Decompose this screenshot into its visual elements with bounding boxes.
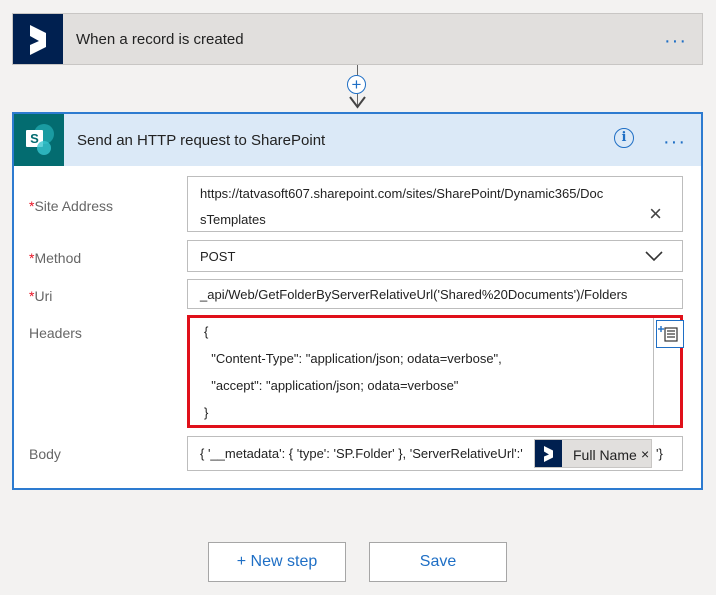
svg-text:S: S (30, 131, 39, 146)
arrow-down-icon (349, 96, 366, 109)
add-step-icon[interactable]: + (347, 75, 366, 94)
info-icon[interactable]: i (614, 128, 634, 148)
action-more-menu-icon[interactable]: ··· (663, 132, 686, 152)
dynamic-content-icon (658, 326, 678, 342)
uri-label: *Uri (29, 288, 53, 304)
body-input[interactable]: { '__metadata': { 'type': 'SP.Folder' },… (187, 436, 683, 471)
headers-line: } (204, 405, 209, 420)
body-suffix: '} (656, 446, 663, 461)
uri-input[interactable]: _api/Web/GetFolderByServerRelativeUrl('S… (187, 279, 683, 309)
headers-line: "accept": "application/json; odata=verbo… (204, 378, 459, 393)
dynamics-365-icon (535, 440, 562, 467)
trigger-card[interactable]: When a record is created ··· (12, 13, 703, 65)
action-card[interactable]: S Send an HTTP request to SharePoint i ·… (12, 112, 703, 490)
save-button[interactable]: Save (369, 542, 507, 582)
chevron-down-icon (645, 251, 663, 262)
headers-line: { (204, 324, 209, 339)
trigger-title: When a record is created (76, 31, 244, 48)
headers-input[interactable]: { "Content-Type": "application/json; oda… (187, 315, 684, 428)
site-address-label: *Site Address (29, 198, 114, 214)
new-step-button[interactable]: + New step (208, 542, 346, 582)
site-address-input[interactable]: https://tatvasoft607.sharepoint.com/site… (187, 176, 683, 232)
headers-label: Headers (29, 325, 82, 341)
action-header[interactable]: S Send an HTTP request to SharePoint i ·… (14, 114, 701, 166)
headers-text-area[interactable]: { "Content-Type": "application/json; oda… (190, 318, 654, 425)
method-select[interactable]: POST (187, 240, 683, 272)
dynamic-token-full-name[interactable]: Full Name × (534, 439, 652, 468)
dynamic-content-button[interactable] (656, 320, 684, 348)
method-label: *Method (29, 250, 82, 266)
body-label: Body (29, 446, 61, 462)
trigger-more-menu-icon[interactable]: ··· (664, 31, 687, 51)
sharepoint-icon: S (14, 114, 64, 166)
remove-token-icon[interactable]: × (641, 446, 649, 462)
action-title: Send an HTTP request to SharePoint (77, 132, 326, 149)
headers-line: "Content-Type": "application/json; odata… (204, 351, 502, 366)
connector-line-top (357, 65, 358, 75)
dynamics-365-icon (13, 14, 63, 64)
clear-icon[interactable]: × (649, 203, 662, 225)
